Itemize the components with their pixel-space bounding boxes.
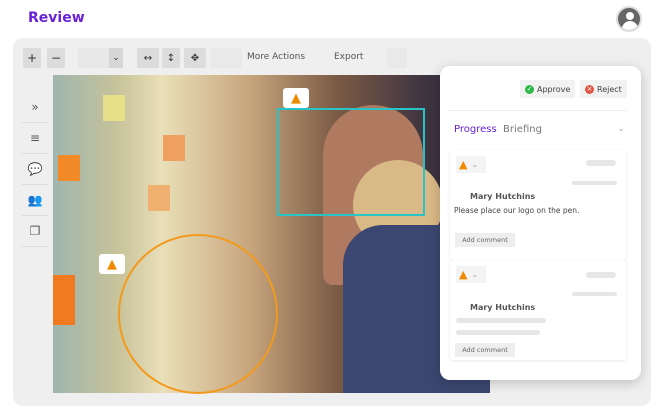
add-comment-button[interactable]: Add comment	[455, 233, 515, 247]
pages-icon[interactable]: ❐	[22, 216, 48, 247]
page-input[interactable]	[210, 48, 242, 68]
users-icon[interactable]: 👥	[22, 185, 48, 216]
approve-button[interactable]: ✓ Approve	[520, 80, 576, 98]
add-comment-button[interactable]: Add comment	[455, 343, 515, 357]
more-actions-menu[interactable]: More Actions	[247, 52, 305, 62]
tab-progress[interactable]: Progress	[454, 124, 497, 135]
selection-box[interactable]	[277, 108, 425, 216]
page-title: Review	[28, 10, 85, 26]
menu-icon[interactable]: ≡	[22, 123, 48, 154]
sidebar: » ≡ 💬 👥 ❐	[22, 92, 48, 247]
fit-width-button[interactable]: ↔	[137, 48, 159, 68]
approve-label: Approve	[537, 84, 571, 94]
expand-icon[interactable]: »	[22, 92, 48, 123]
zoom-out-button[interactable]: −	[47, 48, 65, 68]
severity-select[interactable]: ▲ ⌄	[456, 266, 486, 283]
comment-card: ▲ ⌄ Mary Hutchins Please place our logo o…	[450, 150, 626, 260]
comment-author: Mary Hutchins	[470, 192, 536, 201]
zoom-in-button[interactable]: +	[23, 48, 41, 68]
chevron-down-icon[interactable]: ⌄	[617, 124, 625, 134]
check-icon: ✓	[525, 84, 534, 94]
warning-icon: ▲	[459, 268, 468, 281]
reject-button[interactable]: × Reject	[580, 80, 627, 98]
review-panel: ✓ Approve × Reject Progress Briefing ⌄ ▲ ⌄ …	[440, 66, 641, 380]
zoom-select[interactable]: ⌄	[78, 48, 123, 68]
toolbar-extra-button[interactable]	[387, 48, 407, 68]
fit-all-button[interactable]: ✥	[184, 48, 206, 68]
warning-marker-icon[interactable]: ▲	[99, 254, 125, 274]
chevron-down-icon: ⌄	[109, 48, 123, 68]
annotation-circle[interactable]	[118, 234, 278, 394]
severity-select[interactable]: ▲ ⌄	[456, 156, 486, 173]
export-menu[interactable]: Export	[334, 52, 363, 62]
warning-icon: ▲	[459, 158, 468, 171]
fit-height-button[interactable]: ↕	[162, 48, 180, 68]
reject-label: Reject	[597, 84, 622, 94]
user-avatar-icon[interactable]	[616, 6, 642, 32]
comment-author: Mary Hutchins	[470, 303, 536, 312]
comment-card: ▲ ⌄ Mary Hutchins Add comment	[450, 260, 626, 360]
close-icon: ×	[585, 84, 594, 94]
tab-briefing[interactable]: Briefing	[503, 124, 542, 135]
comment-icon[interactable]: 💬	[22, 154, 48, 185]
warning-marker-icon[interactable]: ▲	[283, 88, 309, 108]
comment-text: Please place our logo on the pen.	[454, 206, 580, 215]
